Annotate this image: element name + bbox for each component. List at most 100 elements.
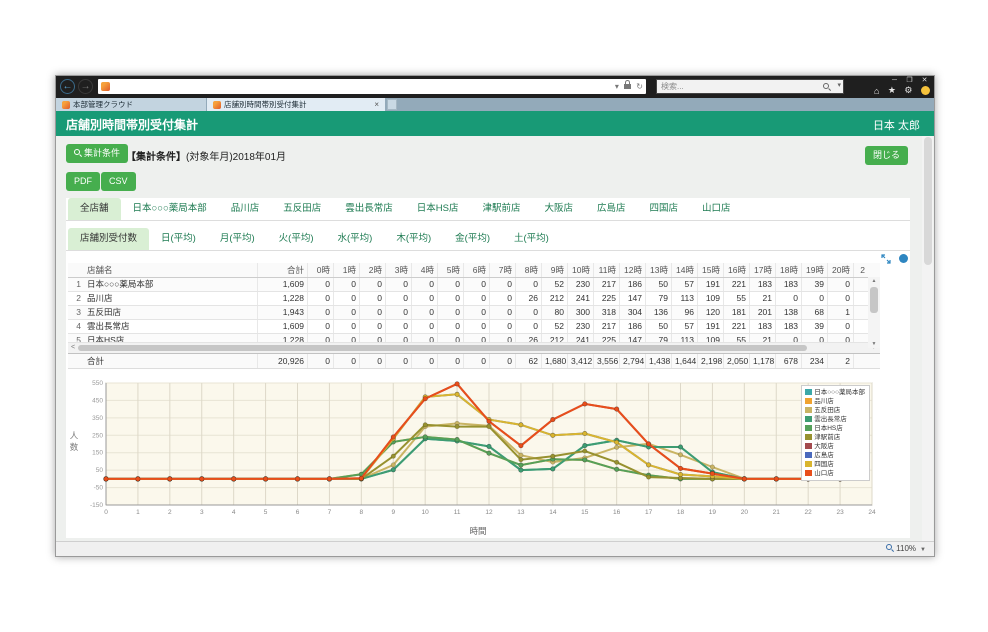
hour-value-cell: 52: [542, 320, 568, 333]
view-tab-1[interactable]: 日(平均): [149, 228, 208, 250]
minimize-button[interactable]: ─: [887, 77, 902, 84]
tab-close-icon[interactable]: ×: [374, 98, 379, 111]
forward-button[interactable]: →: [78, 79, 93, 94]
view-tab-5[interactable]: 木(平均): [384, 228, 443, 250]
settings-gear-icon[interactable]: ⚙: [904, 85, 912, 95]
legend-label: 五反田店: [814, 407, 840, 414]
hour-value-cell: 241: [568, 334, 594, 343]
csv-export-button[interactable]: CSV: [101, 172, 136, 191]
store-tab-7[interactable]: 大阪店: [533, 198, 586, 220]
maximize-button[interactable]: ❐: [902, 76, 917, 84]
store-tab-2[interactable]: 品川店: [219, 198, 272, 220]
scroll-up-icon[interactable]: ▲: [868, 277, 880, 285]
store-tab-3[interactable]: 五反田店: [271, 198, 333, 220]
store-tab-4[interactable]: 雲出長常店: [333, 198, 405, 220]
svg-text:23: 23: [836, 509, 844, 516]
table-row[interactable]: 1日本○○○薬局本部1,6090000000005223021718650571…: [68, 278, 868, 292]
view-tab-3[interactable]: 火(平均): [267, 228, 326, 250]
address-bar[interactable]: ▾ ↻: [98, 79, 646, 94]
partial-cell: [854, 334, 868, 343]
view-tab-6[interactable]: 金(平均): [443, 228, 502, 250]
hour-value-cell: 0: [360, 278, 386, 291]
hour-value-cell: 62: [516, 354, 542, 368]
store-tab-9[interactable]: 四国店: [638, 198, 691, 220]
hour-value-cell: 21: [750, 334, 776, 343]
view-tab-7[interactable]: 土(平均): [502, 228, 561, 250]
search-caret-icon[interactable]: ▾: [837, 81, 841, 89]
hour-value-cell: 2,050: [724, 354, 750, 368]
search-box[interactable]: 検索... ▾: [656, 79, 844, 94]
page-scrollbar[interactable]: [922, 136, 933, 541]
zoom-level: 110%: [896, 544, 916, 553]
hour-value-cell: 0: [490, 306, 516, 319]
total-cell: 1,943: [258, 306, 308, 319]
table-row[interactable]: 5日本HS店1,22800000000262122412251477911310…: [68, 334, 868, 343]
hour-value-cell: 0: [802, 292, 828, 305]
user-name: 日本 太郎: [873, 117, 920, 133]
column-header-hour: 19時: [802, 263, 828, 277]
feedback-smiley-icon[interactable]: [921, 86, 930, 95]
tab-favicon: [62, 101, 70, 109]
browser-zoom-control[interactable]: 110%▼: [886, 544, 926, 553]
hour-value-cell: 1,438: [646, 354, 672, 368]
legend-label: 津駅前店: [814, 434, 840, 441]
legend-label: 山口店: [814, 470, 834, 477]
favorites-star-icon[interactable]: ★: [888, 85, 896, 95]
new-tab-button[interactable]: [387, 99, 397, 110]
hour-value-cell: 300: [568, 306, 594, 319]
chart-info-icon[interactable]: [899, 254, 908, 263]
store-tab-0[interactable]: 全店舗: [68, 198, 121, 220]
hour-value-cell: 191: [698, 278, 724, 291]
svg-text:11: 11: [454, 509, 461, 516]
svg-text:12: 12: [485, 509, 493, 516]
store-tab-5[interactable]: 日本HS店: [405, 198, 471, 220]
page: ← → ▾ ↻ 検索... ▾ ─❐✕ ⌂ ★ ⚙: [0, 0, 988, 632]
expand-icon[interactable]: [881, 254, 891, 264]
scroll-down-icon[interactable]: ▼: [868, 340, 880, 348]
hour-value-cell: 186: [620, 278, 646, 291]
app-header: 店舗別時間帯別受付集計 日本 太郎: [56, 111, 934, 136]
vscroll-thumb[interactable]: [870, 287, 878, 313]
hour-value-cell: 0: [464, 354, 490, 368]
table-row[interactable]: 3五反田店1,943000000000803003183041369612018…: [68, 306, 868, 320]
hscroll-thumb[interactable]: [78, 345, 807, 351]
hour-value-cell: 234: [802, 354, 828, 368]
view-tab-2[interactable]: 月(平均): [208, 228, 267, 250]
scroll-left-icon[interactable]: <: [68, 343, 78, 353]
search-icon[interactable]: [823, 83, 831, 91]
close-button[interactable]: 閉じる: [865, 146, 908, 165]
page-scrollbar-thumb[interactable]: [924, 137, 932, 265]
svg-text:250: 250: [92, 432, 103, 439]
browser-tab-2[interactable]: 店舗別時間帯別受付集計 ×: [207, 98, 385, 111]
hour-value-cell: 21: [750, 292, 776, 305]
address-dropdown-icon[interactable]: ▾: [615, 82, 619, 91]
hour-value-cell: 201: [750, 306, 776, 319]
view-tab-4[interactable]: 水(平均): [326, 228, 385, 250]
column-header-hour: 13時: [646, 263, 672, 277]
table-row[interactable]: 4雲出長常店1,60900000000052230217186505719122…: [68, 320, 868, 334]
back-button[interactable]: ←: [60, 79, 75, 94]
hour-value-cell: 0: [386, 292, 412, 305]
hour-value-cell: 225: [594, 334, 620, 343]
store-tab-6[interactable]: 津駅前店: [470, 198, 532, 220]
column-header-hour: 17時: [750, 263, 776, 277]
refresh-icon[interactable]: ↻: [636, 82, 643, 91]
aggregate-condition-button[interactable]: 集計条件: [66, 144, 128, 163]
table-row[interactable]: 2品川店1,2280000000026212241225147791131095…: [68, 292, 868, 306]
store-tab-1[interactable]: 日本○○○薬局本部: [121, 198, 219, 220]
hour-value-cell: 55: [724, 334, 750, 343]
table-horizontal-scrollbar[interactable]: < >: [68, 343, 880, 353]
close-window-button[interactable]: ✕: [917, 76, 932, 84]
store-tab-bar: 全店舗日本○○○薬局本部品川店五反田店雲出長常店日本HS店津駅前店大阪店広島店四…: [66, 198, 910, 221]
browser-tab-label: 店舗別時間帯別受付集計: [224, 100, 307, 109]
store-tab-10[interactable]: 山口店: [690, 198, 743, 220]
view-tab-0[interactable]: 店舗別受付数: [68, 228, 149, 250]
table-vertical-scrollbar[interactable]: ▲ ▼: [868, 277, 880, 348]
pdf-export-button[interactable]: PDF: [66, 172, 100, 191]
store-tab-8[interactable]: 広島店: [585, 198, 638, 220]
store-name-cell: 五反田店: [84, 306, 258, 319]
hour-value-cell: 0: [360, 320, 386, 333]
home-icon[interactable]: ⌂: [874, 86, 879, 96]
hour-value-cell: 304: [620, 306, 646, 319]
browser-tab-1[interactable]: 本部管理クラウド: [56, 98, 206, 111]
